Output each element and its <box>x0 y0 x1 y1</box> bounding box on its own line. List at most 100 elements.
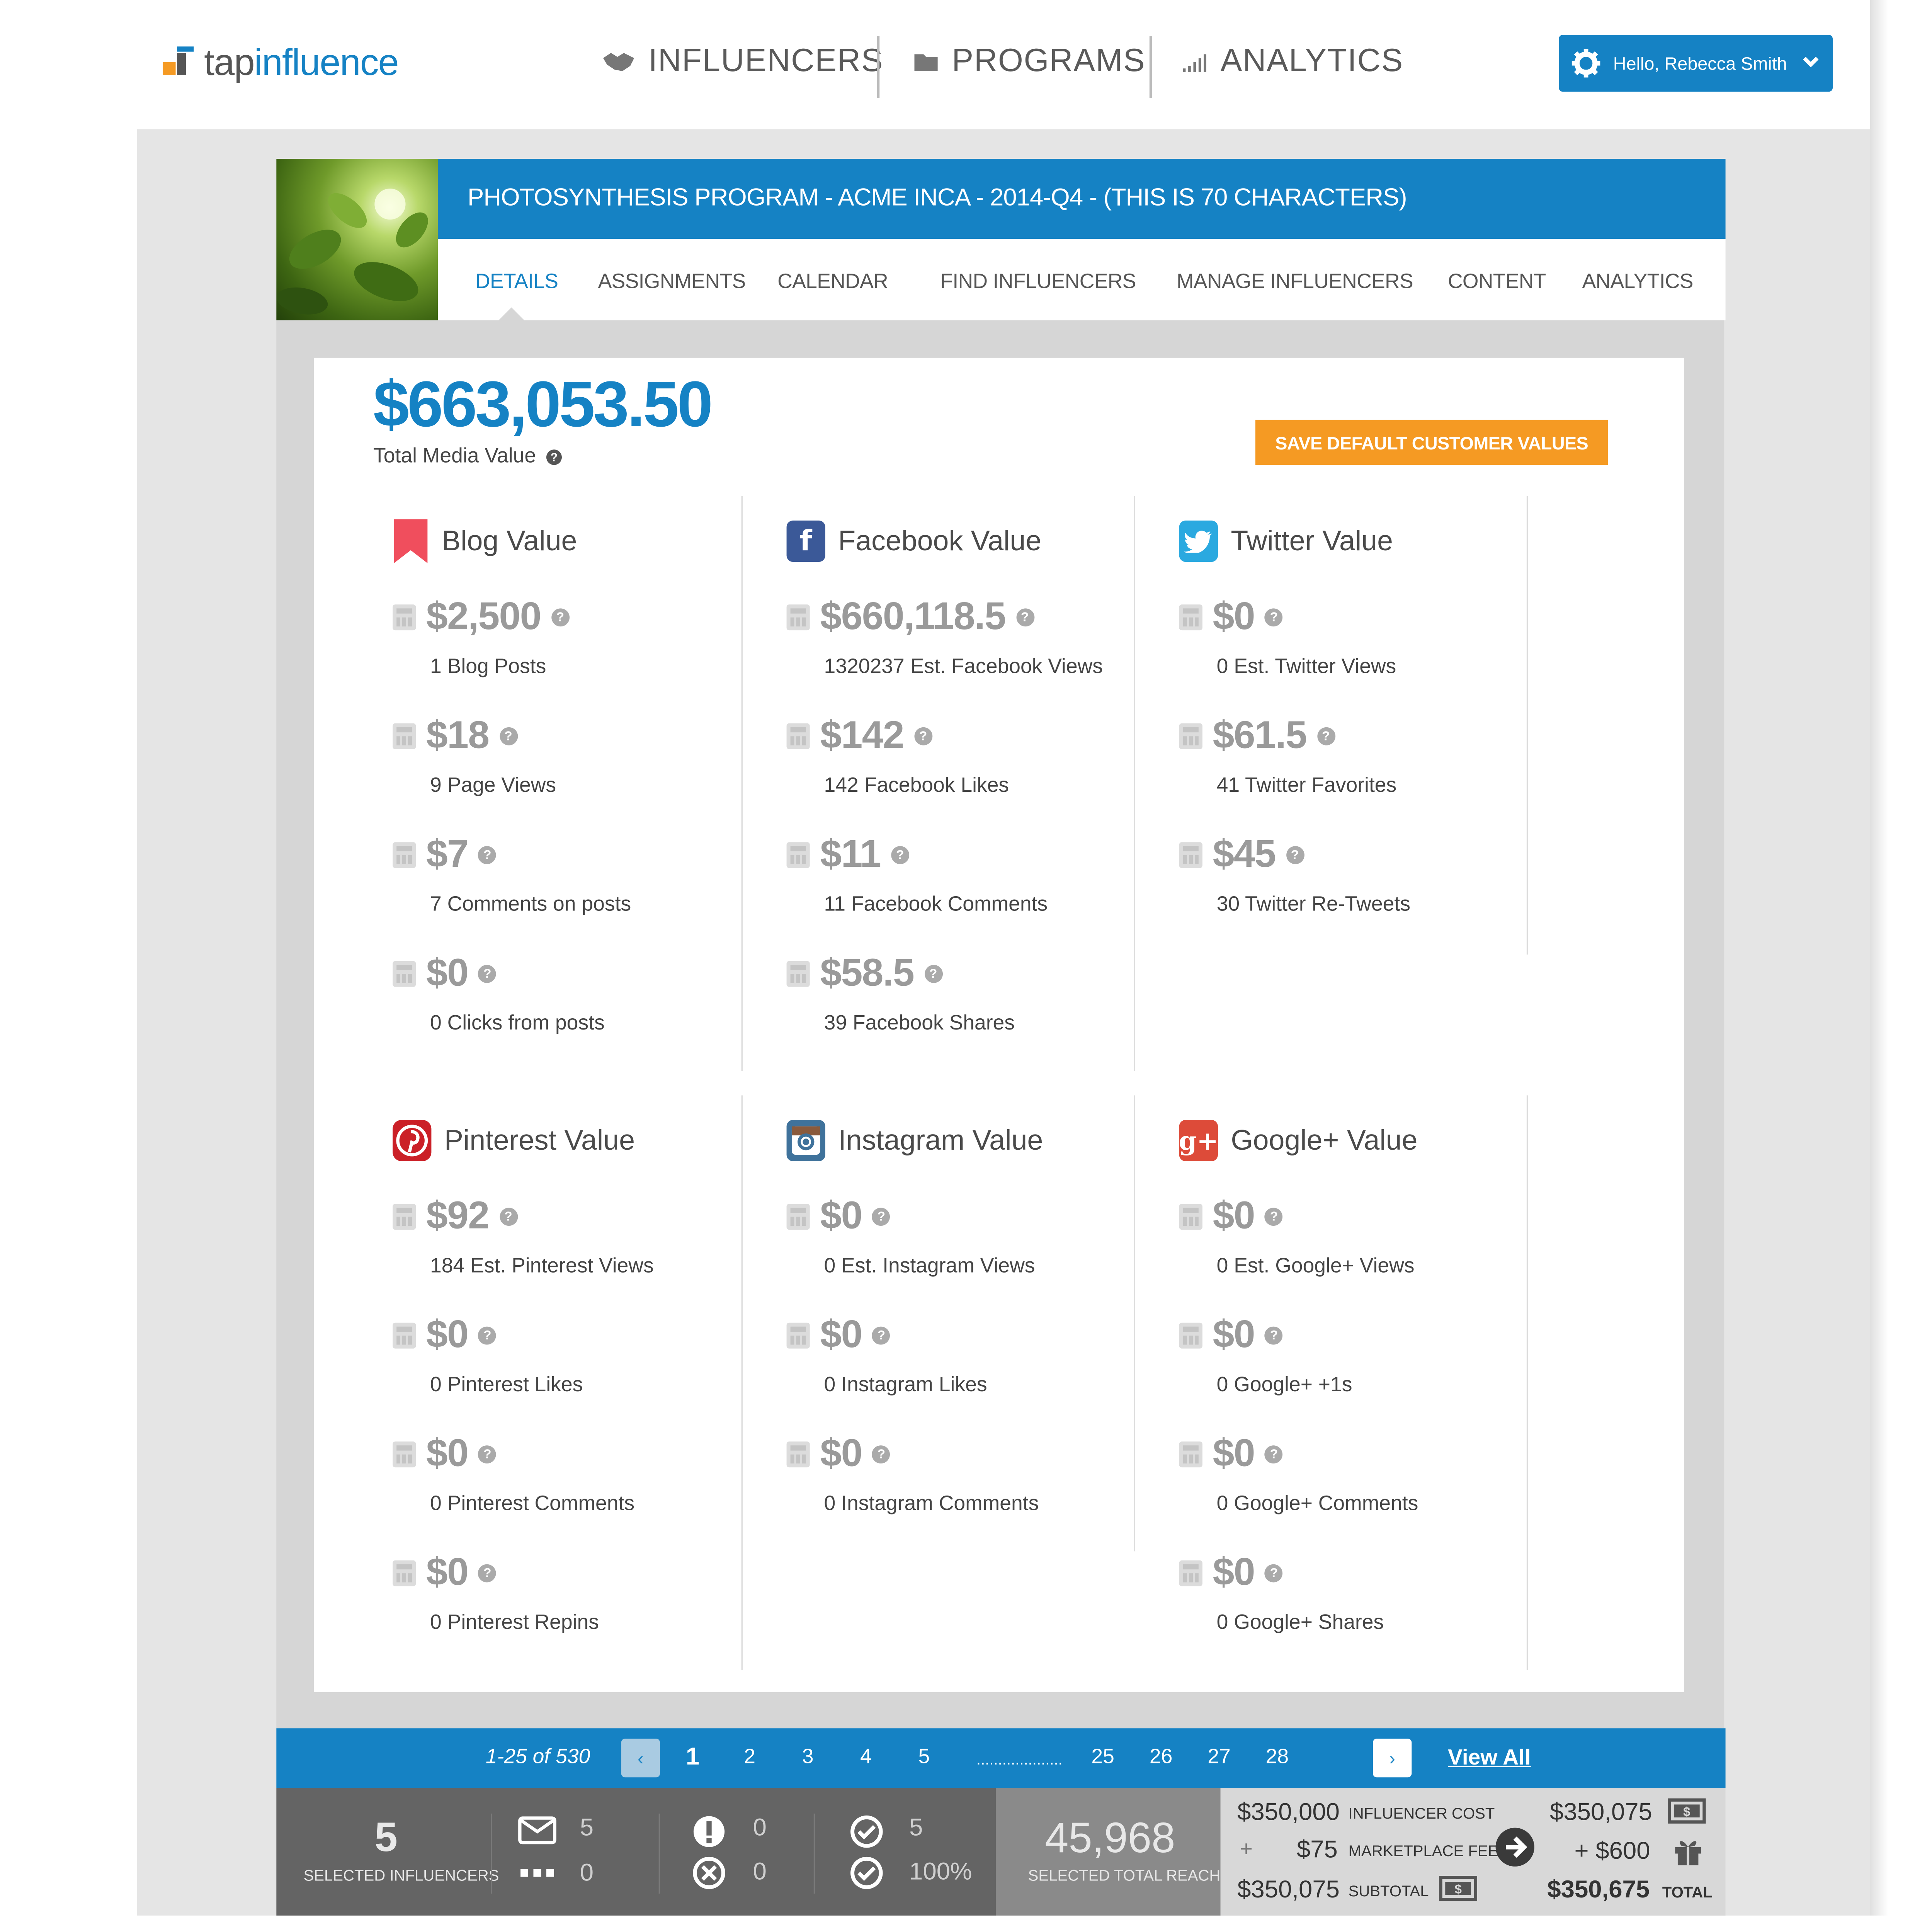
page-link[interactable]: 2 <box>744 1746 755 1770</box>
calculator-icon[interactable] <box>393 1441 416 1468</box>
nav-influencers[interactable]: INFLUENCERS <box>602 43 883 80</box>
help-icon[interactable]: ? <box>924 965 942 983</box>
help-icon[interactable]: ? <box>1265 608 1283 627</box>
calculator-icon[interactable] <box>786 961 810 987</box>
tab-analytics[interactable]: ANALYTICS <box>1582 271 1694 294</box>
logo-mark-icon <box>163 46 194 77</box>
metric: $45? 30 Twitter Re-Tweets <box>1179 829 1515 948</box>
metric-label: 11 Facebook Comments <box>824 894 1048 916</box>
page-link[interactable]: 28 <box>1266 1746 1289 1770</box>
calculator-icon[interactable] <box>1179 1204 1202 1230</box>
more-icon[interactable] <box>520 1868 554 1878</box>
page-link[interactable]: 26 <box>1150 1746 1172 1770</box>
help-icon[interactable]: ? <box>478 965 497 983</box>
next-page-button[interactable]: › <box>1373 1739 1412 1778</box>
page-link[interactable]: 5 <box>918 1746 930 1770</box>
approved-check-icon[interactable] <box>850 1815 883 1848</box>
nav-analytics-label: ANALYTICS <box>1220 43 1403 79</box>
nav-divider <box>1149 36 1152 99</box>
metric-value: $92 <box>426 1195 490 1238</box>
more-count: 0 <box>580 1860 594 1887</box>
metric: $0? 0 Google+ Shares <box>1179 1547 1515 1666</box>
calculator-icon[interactable] <box>786 1441 810 1468</box>
help-icon[interactable]: ? <box>891 846 909 864</box>
page-link[interactable]: 4 <box>860 1746 872 1770</box>
help-icon[interactable]: ? <box>1265 1326 1283 1345</box>
tab-details[interactable]: DETAILS <box>475 271 558 294</box>
metric-value: $0 <box>426 1551 469 1594</box>
logo[interactable]: tapinfluence <box>204 43 399 85</box>
help-icon[interactable]: ? <box>1015 608 1034 627</box>
calculator-icon[interactable] <box>393 1560 416 1586</box>
calculator-icon[interactable] <box>393 723 416 749</box>
selection-summary-footer: 5 SELECTED INFLUENCERS 5 0 0 0 5 100% 45… <box>276 1788 1726 1916</box>
help-icon[interactable]: ? <box>551 608 570 627</box>
page-link[interactable]: 25 <box>1091 1746 1114 1770</box>
calculator-icon[interactable] <box>786 1204 810 1230</box>
view-all-link[interactable]: View All <box>1448 1745 1531 1771</box>
help-icon[interactable]: ? <box>499 1208 517 1226</box>
metric-value: $0 <box>426 1432 469 1475</box>
help-icon[interactable]: ? <box>499 727 517 745</box>
metric-label: 142 Facebook Likes <box>824 775 1009 797</box>
help-icon[interactable]: ? <box>1286 846 1304 864</box>
tab-manage-influencers[interactable]: MANAGE INFLUENCERS <box>1177 271 1413 294</box>
metric-value: $660,118.5 <box>820 595 1006 638</box>
chevron-right-icon: › <box>1389 1748 1395 1768</box>
calculator-icon[interactable] <box>393 961 416 987</box>
prev-page-button[interactable]: ‹ <box>621 1739 660 1778</box>
help-icon[interactable]: ? <box>1265 1445 1283 1464</box>
tab-find-influencers[interactable]: FIND INFLUENCERS <box>940 271 1136 294</box>
help-icon[interactable]: ? <box>478 1445 497 1464</box>
help-icon[interactable]: ? <box>478 1326 497 1345</box>
arrow-right-circle-icon[interactable] <box>1494 1826 1536 1868</box>
svg-text:$: $ <box>1454 1882 1462 1897</box>
calculator-icon[interactable] <box>393 1204 416 1230</box>
calculator-icon[interactable] <box>786 604 810 631</box>
help-icon[interactable]: ? <box>1265 1564 1283 1582</box>
calculator-icon[interactable] <box>393 842 416 868</box>
calculator-icon[interactable] <box>393 1322 416 1349</box>
metric: $0? 0 Instagram Likes <box>786 1310 1122 1429</box>
metric-label: 0 Est. Google+ Views <box>1216 1255 1415 1278</box>
help-icon[interactable]: ? <box>1316 727 1335 745</box>
calculator-icon[interactable] <box>1179 604 1202 631</box>
tab-content[interactable]: CONTENT <box>1448 271 1546 294</box>
user-menu-button[interactable]: Hello, Rebecca Smith <box>1559 35 1833 92</box>
svg-text:$: $ <box>1683 1805 1690 1819</box>
app-window: tapinfluence INFLUENCERS PROGRAMS ANALYT… <box>0 0 1932 1916</box>
nav-programs[interactable]: PROGRAMS <box>913 43 1145 80</box>
help-icon[interactable]: ? <box>1265 1208 1283 1226</box>
help-icon[interactable]: ? <box>872 1326 891 1345</box>
help-icon[interactable]: ? <box>478 846 497 864</box>
calculator-icon[interactable] <box>1179 723 1202 749</box>
calculator-icon[interactable] <box>786 842 810 868</box>
calculator-icon[interactable] <box>1179 1322 1202 1349</box>
help-icon[interactable]: ? <box>872 1445 891 1464</box>
help-icon[interactable]: ? <box>546 449 562 465</box>
alert-icon[interactable] <box>692 1815 726 1848</box>
reject-icon[interactable] <box>692 1856 726 1890</box>
pinterest-icon <box>393 1120 432 1161</box>
calculator-icon[interactable] <box>786 723 810 749</box>
card-title: Instagram Value <box>838 1123 1043 1156</box>
page-link[interactable]: 27 <box>1208 1746 1230 1770</box>
footer-divider <box>813 1813 815 1894</box>
page-link[interactable]: 3 <box>802 1746 814 1770</box>
approved-percent-icon[interactable] <box>850 1856 883 1890</box>
calculator-icon[interactable] <box>1179 1560 1202 1586</box>
calculator-icon[interactable] <box>786 1322 810 1349</box>
tab-calendar[interactable]: CALENDAR <box>777 271 888 294</box>
help-icon[interactable]: ? <box>914 727 932 745</box>
help-icon[interactable]: ? <box>478 1564 497 1582</box>
calculator-icon[interactable] <box>1179 1441 1202 1468</box>
tab-assignments[interactable]: ASSIGNMENTS <box>598 271 746 294</box>
calculator-icon[interactable] <box>1179 842 1202 868</box>
help-icon[interactable]: ? <box>872 1208 891 1226</box>
calculator-icon[interactable] <box>393 604 416 631</box>
metric-label: 184 Est. Pinterest Views <box>430 1255 654 1278</box>
save-default-customer-values-button[interactable]: SAVE DEFAULT CUSTOMER VALUES <box>1255 420 1608 465</box>
nav-analytics[interactable]: ANALYTICS <box>1182 43 1403 80</box>
envelope-icon[interactable] <box>518 1816 556 1845</box>
page-link-current[interactable]: 1 <box>686 1744 699 1772</box>
